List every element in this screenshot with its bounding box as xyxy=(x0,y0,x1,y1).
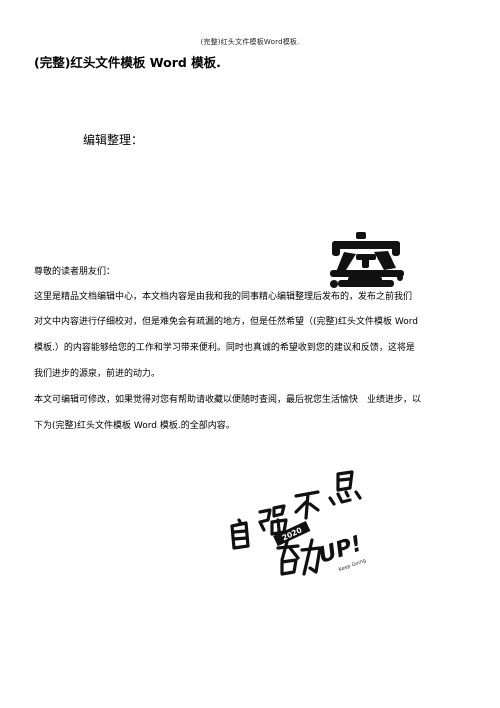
editor-label: 编辑整理： xyxy=(83,133,144,147)
paragraph-line: 下为(完整)红头文件模板 Word 模板.的全部内容。 xyxy=(34,421,235,431)
running-header: (完整)红头文件模板Word模板. xyxy=(200,38,300,46)
paragraph-line: 本文可编辑可修改，如果觉得对您有帮助请收藏以便随时查阅，最后祝您生活愉快 业绩进… xyxy=(34,395,422,405)
paragraph-line: 我们进步的源泉，前进的动力。 xyxy=(34,369,161,379)
calligraphy-stamp-icon xyxy=(330,232,404,288)
paragraph-line: 这里是精品文档编辑中心，本文档内容是由我和我的同事精心编辑整理后发布的，发布之前… xyxy=(34,292,413,302)
document-title: (完整)红头文件模板 Word 模板. xyxy=(34,55,221,70)
handwritten-motto-graphic: 2020 UP! Keep Going xyxy=(230,470,367,576)
paragraph-line: 模板.）的内容能够给您的工作和学习带来便利。同时也真诚的希望收到您的建议和反馈，… xyxy=(34,343,415,353)
paragraph-line: 对文中内容进行仔细校对，但是难免会有疏漏的地方，但是任然希望（(完整)红头文件模… xyxy=(34,317,419,327)
greeting: 尊敬的读者朋友们： xyxy=(34,267,116,277)
